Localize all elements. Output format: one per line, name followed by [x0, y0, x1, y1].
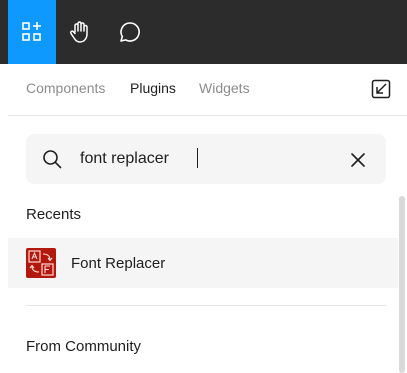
- collapse-arrow-icon: [371, 79, 391, 99]
- hand-tool-button[interactable]: [56, 0, 104, 64]
- recents-heading: Recents: [26, 206, 82, 223]
- collapse-panel-button[interactable]: [368, 76, 394, 102]
- resource-tabs: Components Plugins Widgets: [8, 64, 407, 114]
- toolbar: [0, 0, 407, 64]
- plugin-name: Font Replacer: [71, 255, 166, 272]
- community-heading: From Community: [26, 338, 142, 355]
- resources-tool-button[interactable]: [8, 0, 56, 64]
- tab-plugins[interactable]: Plugins: [130, 80, 176, 96]
- scrollbar[interactable]: [399, 196, 407, 373]
- comment-tool-button[interactable]: [106, 0, 154, 64]
- font-replacer-logo-icon: [28, 250, 54, 276]
- comment-icon: [120, 22, 140, 42]
- text-caret: [197, 148, 198, 168]
- search-icon: [43, 150, 62, 169]
- hand-icon: [70, 21, 88, 43]
- resources-panel: Components Plugins Widgets Recents: [8, 64, 407, 373]
- search-input[interactable]: [80, 147, 340, 171]
- tab-components[interactable]: Components: [26, 80, 105, 96]
- scrollbar-thumb[interactable]: [399, 196, 405, 373]
- section-divider: [26, 305, 386, 306]
- plugin-thumbnail: [26, 248, 56, 278]
- tab-widgets[interactable]: Widgets: [199, 80, 250, 96]
- clear-search-button[interactable]: [346, 148, 370, 172]
- resources-icon: [22, 22, 41, 41]
- search-box[interactable]: [26, 134, 386, 184]
- plugin-list-item[interactable]: Font Replacer: [8, 238, 398, 288]
- close-icon: [351, 153, 365, 167]
- tabs-divider: [8, 115, 407, 116]
